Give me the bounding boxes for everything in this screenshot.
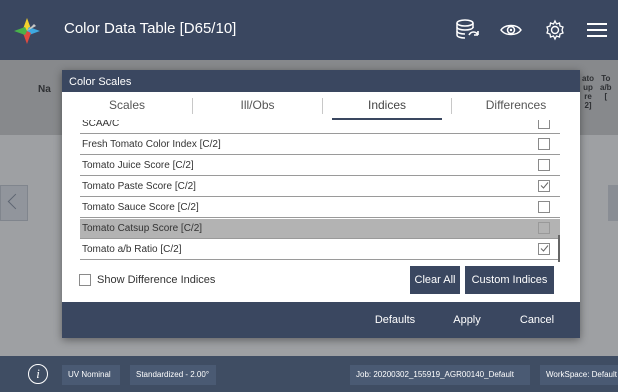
dialog-footer: Defaults Apply Cancel xyxy=(62,302,580,338)
view-eye-icon[interactable] xyxy=(498,18,524,42)
dialog-title: Color Scales xyxy=(69,76,132,88)
list-item-label: Tomato Juice Score [C/2] xyxy=(82,160,194,171)
clear-all-button[interactable]: Clear All xyxy=(410,266,460,294)
list-item[interactable]: SCAA/C xyxy=(80,120,560,134)
defaults-button[interactable]: Defaults xyxy=(364,302,426,338)
list-item-label: Tomato Sauce Score [C/2] xyxy=(82,202,199,213)
list-item-label: Tomato Catsup Score [C/2] xyxy=(82,223,203,234)
tab-scales[interactable]: Scales xyxy=(62,92,192,120)
status-bar: i UV Nominal Standardized - 2.00° Job: 2… xyxy=(0,356,618,392)
list-item-label: Fresh Tomato Color Index [C/2] xyxy=(82,139,221,150)
custom-indices-button[interactable]: Custom Indices xyxy=(465,266,554,294)
database-sync-icon[interactable] xyxy=(454,18,480,42)
app-header: Color Data Table [D65/10] xyxy=(0,0,618,60)
settings-gear-icon[interactable] xyxy=(542,18,568,42)
uv-status-badge[interactable]: UV Nominal xyxy=(62,365,120,385)
checkbox[interactable] xyxy=(538,120,550,129)
checkbox[interactable] xyxy=(538,201,550,213)
color-scales-dialog: Color Scales Scales Ill/Obs Indices Diff… xyxy=(62,70,580,338)
checkbox-checked[interactable] xyxy=(538,180,550,192)
checkbox[interactable] xyxy=(538,138,550,150)
list-item[interactable]: Tomato a/b Ratio [C/2] xyxy=(80,240,560,260)
menu-hamburger-icon[interactable] xyxy=(584,18,610,42)
list-item[interactable]: Tomato Juice Score [C/2] xyxy=(80,156,560,176)
app-title: Color Data Table [D65/10] xyxy=(64,20,237,37)
list-item-label: Tomato Paste Score [C/2] xyxy=(82,181,196,192)
checkbox[interactable] xyxy=(538,222,550,234)
checkbox-checked[interactable] xyxy=(538,243,550,255)
cancel-button[interactable]: Cancel xyxy=(508,302,566,338)
list-item-label: SCAA/C xyxy=(82,120,120,129)
apply-button[interactable]: Apply xyxy=(440,302,494,338)
list-scrollbar[interactable] xyxy=(558,235,560,262)
job-status-badge[interactable]: Job: 20200302_155919_AGR00140_Default xyxy=(350,365,530,385)
standardized-status-badge[interactable]: Standardized - 2.00° xyxy=(130,365,216,385)
tab-differences[interactable]: Differences xyxy=(452,92,580,120)
app-logo-icon xyxy=(12,16,42,46)
tab-ill-obs[interactable]: Ill/Obs xyxy=(193,92,322,120)
indices-list: SCAA/C Fresh Tomato Color Index [C/2] To… xyxy=(74,120,562,264)
show-difference-indices-label: Show Difference Indices xyxy=(97,274,216,286)
info-icon[interactable]: i xyxy=(28,364,48,384)
checkbox[interactable] xyxy=(538,159,550,171)
tab-indices[interactable]: Indices xyxy=(323,92,451,120)
list-item-label: Tomato a/b Ratio [C/2] xyxy=(82,244,182,255)
list-item[interactable]: Tomato Paste Score [C/2] xyxy=(80,177,560,197)
tab-bar: Scales Ill/Obs Indices Differences xyxy=(62,92,580,120)
list-item[interactable]: Fresh Tomato Color Index [C/2] xyxy=(80,135,560,155)
checkbox[interactable] xyxy=(79,274,91,286)
list-item[interactable]: Tomato Sauce Score [C/2] xyxy=(80,198,560,218)
workspace-status-badge[interactable]: WorkSpace: Default xyxy=(540,365,618,385)
list-item-selected[interactable]: Tomato Catsup Score [C/2] xyxy=(80,219,560,239)
checkmark-icon xyxy=(540,182,549,189)
checkmark-icon xyxy=(540,245,549,252)
